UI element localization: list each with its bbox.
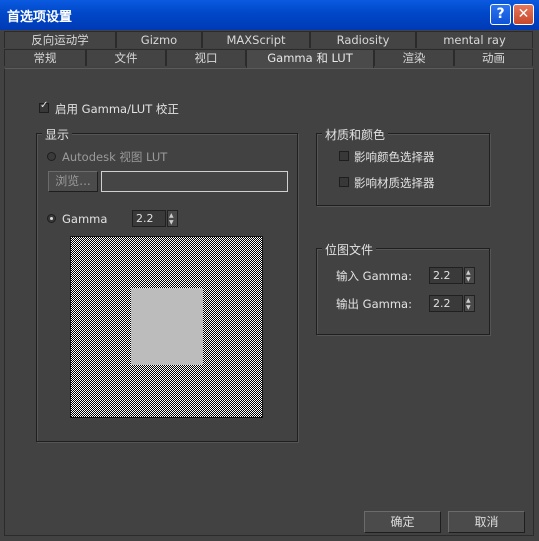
tab-viewports[interactable]: 视口 — [166, 49, 246, 66]
affect-material-checkbox[interactable] — [339, 177, 349, 187]
affect-material-label: 影响材质选择器 — [354, 176, 435, 190]
bitmap-group — [316, 248, 490, 335]
display-group-title: 显示 — [42, 126, 73, 143]
cancel-button[interactable]: 取消 — [448, 511, 525, 533]
tab-radiosity[interactable]: Radiosity — [310, 31, 416, 48]
gamma-test-center — [131, 288, 203, 365]
tab-mental-ray[interactable]: mental ray — [416, 31, 533, 48]
tab-maxscript[interactable]: MAXScript — [202, 31, 310, 48]
gamma-spinner-value[interactable]: 2.2 — [132, 210, 166, 227]
tab-ik[interactable]: 反向运动学 — [4, 31, 116, 48]
enable-gamma-label: 启用 Gamma/LUT 校正 — [55, 102, 179, 116]
gamma-option-label: Gamma — [62, 212, 108, 226]
output-gamma-arrows[interactable]: ▲ ▼ — [464, 295, 475, 312]
spinner-down-icon[interactable]: ▼ — [466, 305, 471, 311]
tab-gamma-lut[interactable]: Gamma 和 LUT — [246, 49, 374, 68]
close-button[interactable]: ✕ — [513, 4, 534, 25]
materials-group-title: 材质和颜色 — [322, 126, 389, 143]
bitmap-group-title: 位图文件 — [322, 241, 377, 258]
enable-gamma-checkbox[interactable] — [39, 100, 49, 113]
tab-files[interactable]: 文件 — [86, 49, 166, 66]
input-gamma-arrows[interactable]: ▲ ▼ — [464, 267, 475, 284]
lut-path-field[interactable] — [101, 171, 288, 192]
materials-group — [316, 133, 490, 206]
affect-color-label: 影响颜色选择器 — [354, 150, 435, 164]
ok-button[interactable]: 确定 — [364, 511, 441, 533]
input-gamma-label: 输入 Gamma: — [336, 269, 412, 283]
lut-option-label: Autodesk 视图 LUT — [62, 150, 168, 164]
spinner-down-icon[interactable]: ▼ — [466, 277, 471, 283]
gamma-radio[interactable] — [47, 214, 56, 223]
spinner-down-icon[interactable]: ▼ — [169, 220, 174, 226]
tab-general[interactable]: 常规 — [4, 49, 86, 66]
window-title: 首选项设置 — [7, 10, 73, 25]
affect-color-checkbox[interactable] — [339, 151, 349, 161]
lut-radio[interactable] — [47, 152, 56, 161]
gamma-test-pattern — [70, 236, 263, 418]
tab-rendering[interactable]: 渲染 — [374, 49, 454, 66]
input-gamma-value[interactable]: 2.2 — [429, 267, 463, 284]
help-button[interactable]: ? — [490, 4, 511, 25]
browse-button[interactable]: 浏览... — [48, 171, 98, 192]
gamma-spinner-arrows[interactable]: ▲ ▼ — [167, 210, 178, 227]
output-gamma-label: 输出 Gamma: — [336, 297, 412, 311]
tab-gizmo[interactable]: Gizmo — [116, 31, 202, 48]
title-bar: 首选项设置 ? ✕ — [0, 0, 539, 30]
output-gamma-value[interactable]: 2.2 — [429, 295, 463, 312]
tab-animation[interactable]: 动画 — [454, 49, 533, 66]
